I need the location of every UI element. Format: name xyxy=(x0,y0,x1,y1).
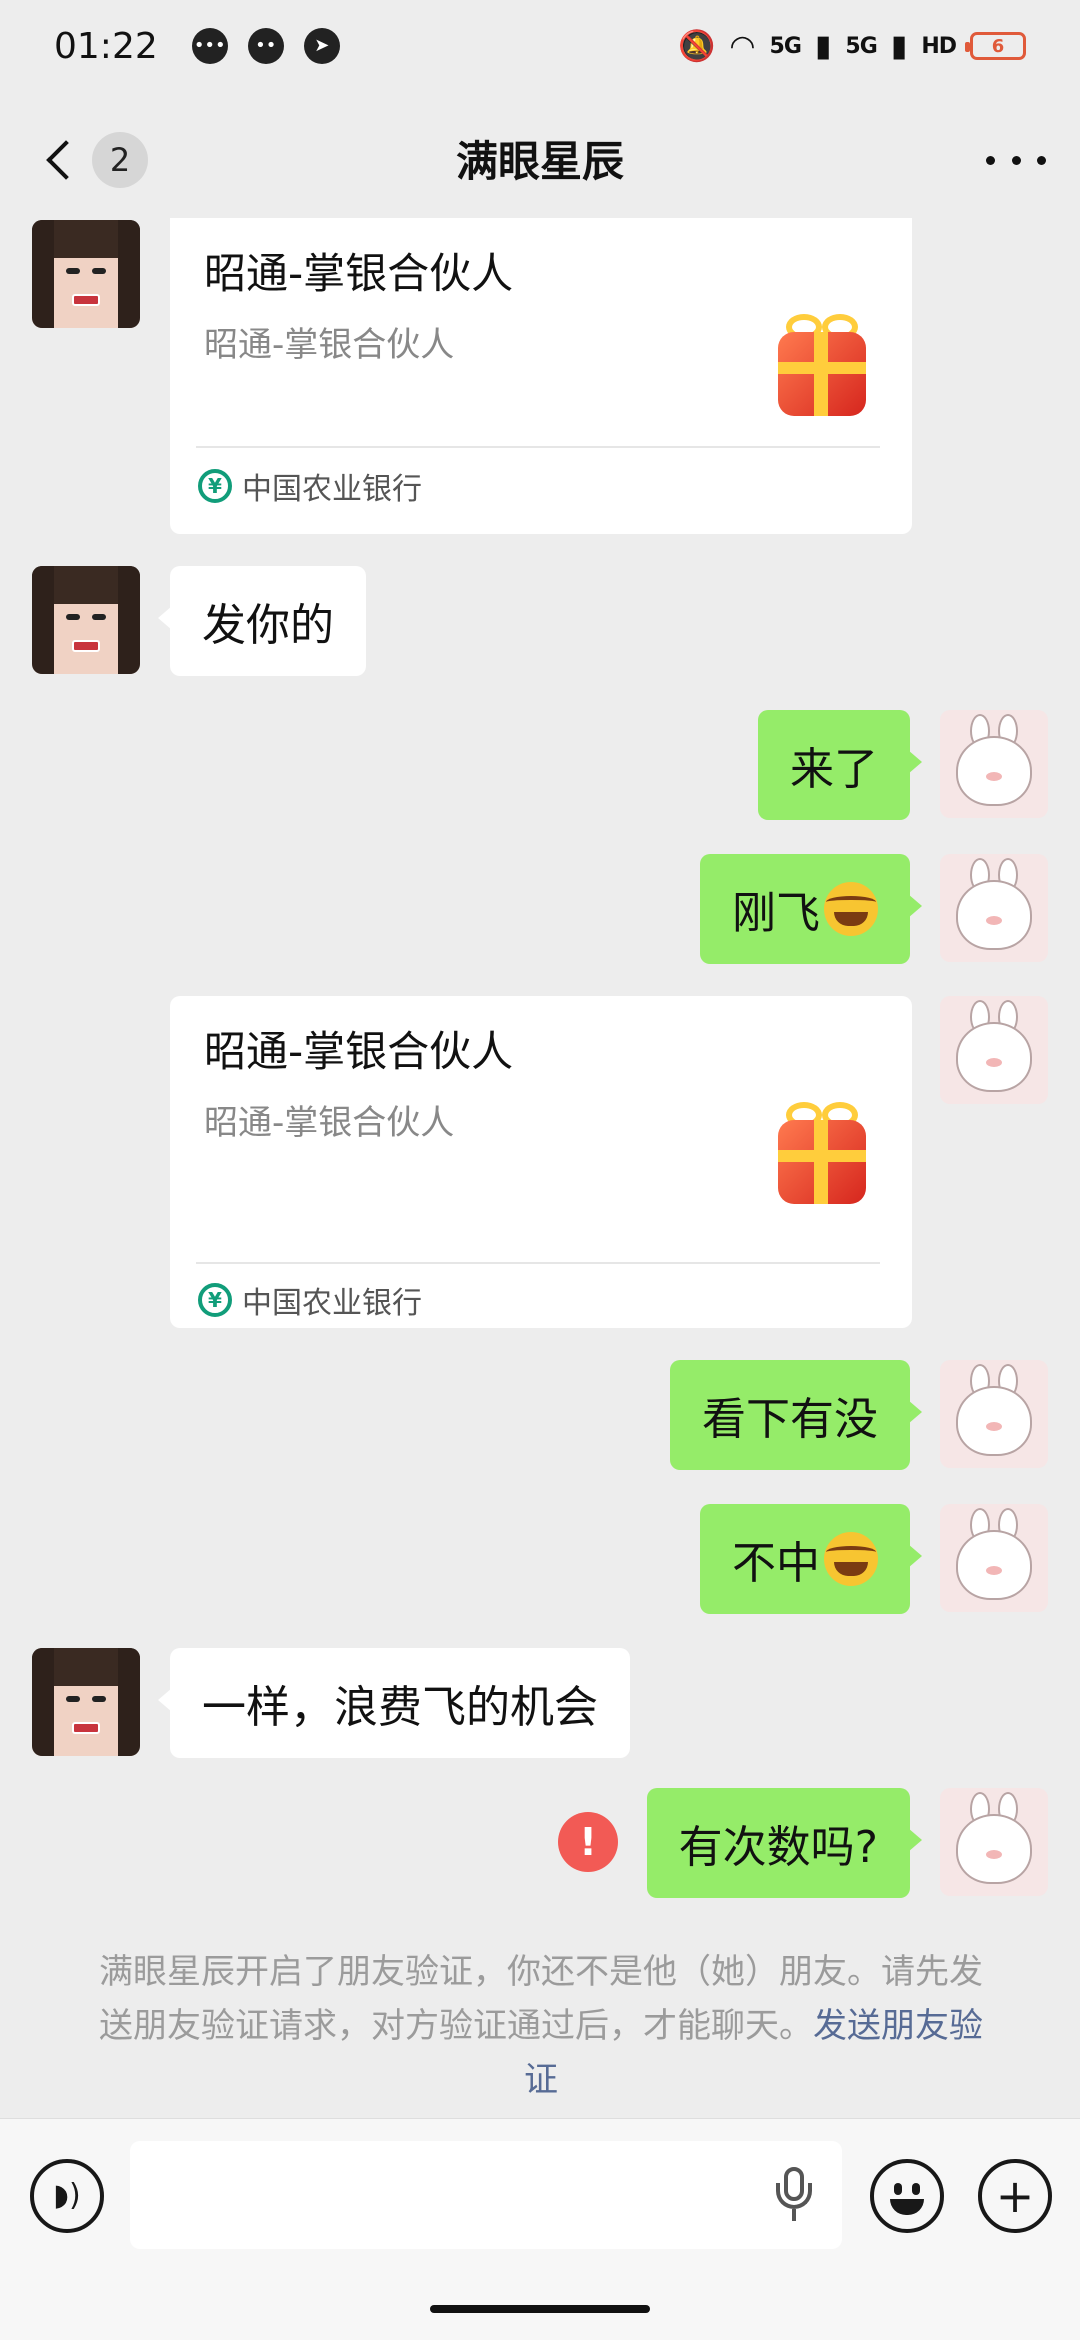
card-source: 中国农业银行 xyxy=(242,472,422,507)
send-failed-mark: ! xyxy=(579,1820,597,1864)
plus-icon: + xyxy=(995,2169,1035,2223)
my-avatar[interactable] xyxy=(940,996,1048,1104)
card-title: 昭通-掌银合伙人 xyxy=(204,1027,514,1076)
input-bar: ◗) + xyxy=(0,2118,1080,2340)
gift-icon xyxy=(772,308,872,420)
signal-bars-icon: ▮ xyxy=(814,28,832,64)
chat-header: 2 满眼星辰 xyxy=(0,110,1080,206)
mic-icon[interactable] xyxy=(774,2167,814,2223)
message-icon: ••• xyxy=(191,28,228,64)
home-indicator[interactable] xyxy=(430,2305,650,2313)
my-avatar[interactable] xyxy=(940,710,1048,818)
status-bar: 01:22 ••• •• ➤ 🔕 ◠ 5G ▮ 5G ▮ HD 6 xyxy=(0,0,1080,92)
battery-icon: 6 xyxy=(965,32,1026,60)
message-bubble[interactable]: 有次数吗? xyxy=(646,1788,923,1898)
my-avatar[interactable] xyxy=(940,1504,1048,1612)
card-footer: ¥ 中国农业银行 xyxy=(198,464,422,508)
bank-logo-icon: ¥ xyxy=(198,469,232,503)
message-bubble[interactable]: 来了 xyxy=(758,710,922,820)
chat-message-list[interactable]: 昭通-掌银合伙人 昭通-掌银合伙人 ¥ 中国农业银行 发你的 来了 刚飞 昭通-… xyxy=(0,218,1080,2118)
message-bubble[interactable]: 一样，浪费飞的机会 xyxy=(158,1648,630,1758)
signal-5g-1: 5G xyxy=(769,33,802,59)
contact-avatar[interactable] xyxy=(32,1648,140,1756)
card-footer: ¥ 中国农业银行 xyxy=(198,1278,422,1322)
friend-verification-notice: 满眼星辰开启了朋友验证，你还不是他（她）朋友。请先发送朋友验证请求，对方验证通过… xyxy=(86,1945,996,2107)
emoji-icon xyxy=(874,2163,940,2229)
message-text: 刚飞 xyxy=(732,888,820,939)
contact-avatar[interactable] xyxy=(32,566,140,674)
chevron-left-icon xyxy=(46,140,86,180)
message-card[interactable]: 昭通-掌银合伙人 昭通-掌银合伙人 ¥ 中国农业银行 xyxy=(170,218,912,534)
laughing-tears-emoji-icon xyxy=(824,882,878,936)
message-text: 发你的 xyxy=(202,600,334,651)
my-avatar[interactable] xyxy=(940,1788,1048,1896)
emoji-button[interactable] xyxy=(870,2159,944,2233)
card-divider xyxy=(196,446,880,448)
more-icon-dot xyxy=(986,155,995,165)
more-functions-button[interactable]: + xyxy=(978,2159,1052,2233)
mute-bell-icon: 🔕 xyxy=(677,28,716,64)
notification-icons: ••• •• ➤ xyxy=(191,28,340,64)
send-icon: ➤ xyxy=(303,28,340,64)
card-source: 中国农业银行 xyxy=(242,1286,422,1321)
message-text: 不中 xyxy=(732,1538,820,1589)
bank-logo-icon: ¥ xyxy=(198,1283,232,1317)
card-divider xyxy=(196,1262,880,1264)
signal-5g-2: 5G xyxy=(845,33,877,59)
voice-input-button[interactable]: ◗) xyxy=(30,2159,104,2233)
more-button[interactable] xyxy=(986,140,1046,180)
message-input[interactable] xyxy=(130,2141,842,2249)
message-text: 有次数吗? xyxy=(678,1822,878,1873)
battery-level: 6 xyxy=(991,35,1005,57)
contact-avatar[interactable] xyxy=(32,220,140,328)
message-bubble[interactable]: 不中 xyxy=(700,1504,922,1614)
my-avatar[interactable] xyxy=(940,854,1048,962)
voice-icon: ◗) xyxy=(53,2178,81,2213)
card-title: 昭通-掌银合伙人 xyxy=(204,249,514,298)
message-bubble[interactable]: 发你的 xyxy=(158,566,366,676)
more-icon-dot xyxy=(1037,155,1046,165)
message-text: 看下有没 xyxy=(702,1394,878,1445)
more-icon-dot xyxy=(1011,155,1021,165)
my-avatar[interactable] xyxy=(940,1360,1048,1468)
hd-indicator: HD xyxy=(921,33,957,59)
message-bubble[interactable]: 刚飞 xyxy=(700,854,922,964)
status-time: 01:22 xyxy=(54,25,158,67)
message-bubble[interactable]: 看下有没 xyxy=(670,1360,922,1470)
message-text: 来了 xyxy=(790,744,878,795)
chat-title: 满眼星辰 xyxy=(455,136,624,186)
signal-bars-icon-2: ▮ xyxy=(890,28,908,64)
unread-count-badge: 2 xyxy=(92,132,148,188)
laughing-tears-emoji-icon xyxy=(824,1532,878,1586)
send-failed-icon[interactable]: ! xyxy=(558,1812,618,1872)
wifi-icon: ◠ xyxy=(729,28,756,64)
message-card[interactable]: 昭通-掌银合伙人 昭通-掌银合伙人 ¥ 中国农业银行 xyxy=(170,996,912,1328)
back-button[interactable]: 2 xyxy=(38,132,148,188)
status-right: 🔕 ◠ 5G ▮ 5G ▮ HD 6 xyxy=(678,29,1026,64)
chat-icon: •• xyxy=(247,28,284,64)
message-text: 一样，浪费飞的机会 xyxy=(202,1682,598,1733)
gift-icon xyxy=(772,1096,872,1208)
